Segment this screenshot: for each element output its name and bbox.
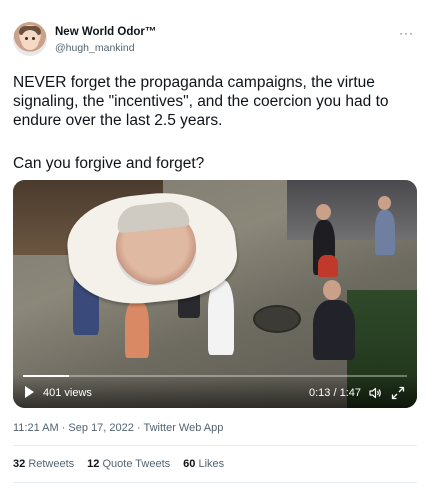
video-manhole bbox=[253, 305, 301, 333]
retweets-count: 32 bbox=[13, 458, 26, 470]
author-name[interactable]: New World Odor™ bbox=[55, 26, 156, 38]
dancer bbox=[375, 210, 395, 255]
retweets-label: Retweets bbox=[28, 458, 75, 470]
dancer-head bbox=[378, 196, 391, 210]
avatar[interactable] bbox=[13, 22, 47, 56]
author-handle[interactable]: @hugh_mankind bbox=[55, 42, 135, 54]
video-progress-bar[interactable] bbox=[23, 375, 407, 377]
likes-label: Likes bbox=[198, 458, 225, 470]
more-options-icon[interactable]: ··· bbox=[399, 26, 414, 40]
divider bbox=[13, 482, 417, 483]
avatar-eye bbox=[25, 37, 28, 40]
play-icon[interactable] bbox=[25, 386, 34, 398]
dancer bbox=[313, 300, 355, 360]
quotes-count: 12 bbox=[87, 458, 100, 470]
avatar-eye bbox=[32, 37, 35, 40]
volume-icon[interactable] bbox=[368, 386, 382, 400]
likes-stat[interactable]: 60 Likes bbox=[183, 458, 224, 470]
retweets-stat[interactable]: 32 Retweets bbox=[13, 458, 74, 470]
divider bbox=[13, 445, 417, 446]
quote-tweets-stat[interactable]: 12 Quote Tweets bbox=[87, 458, 170, 470]
quotes-label: Quote Tweets bbox=[102, 458, 171, 470]
avatar-face bbox=[21, 30, 39, 50]
tweet-stats: 32 Retweets 12 Quote Tweets 60 Likes bbox=[13, 458, 224, 470]
expand-icon[interactable] bbox=[391, 386, 405, 400]
tweet-question: Can you forgive and forget? bbox=[13, 155, 205, 172]
view-count: 401 views bbox=[43, 387, 92, 399]
tweet-card: New World Odor™ @hugh_mankind ··· NEVER … bbox=[0, 0, 426, 500]
dancer-skirt bbox=[318, 255, 338, 277]
video-progress-fill bbox=[23, 375, 70, 377]
dancer bbox=[208, 280, 234, 355]
tweet-text: NEVER forget the propaganda campaigns, t… bbox=[13, 74, 389, 129]
dancer bbox=[125, 300, 149, 358]
dancer-head bbox=[316, 204, 331, 220]
dancer-head bbox=[323, 280, 341, 300]
likes-count: 60 bbox=[183, 458, 196, 470]
video-player[interactable]: 401 views 0:13 / 1:47 bbox=[13, 180, 417, 408]
video-time: 0:13 / 1:47 bbox=[309, 387, 361, 399]
tweet-timestamp[interactable]: 11:21 AM · Sep 17, 2022 · Twitter Web Ap… bbox=[13, 422, 223, 434]
video-storefront bbox=[287, 180, 417, 240]
